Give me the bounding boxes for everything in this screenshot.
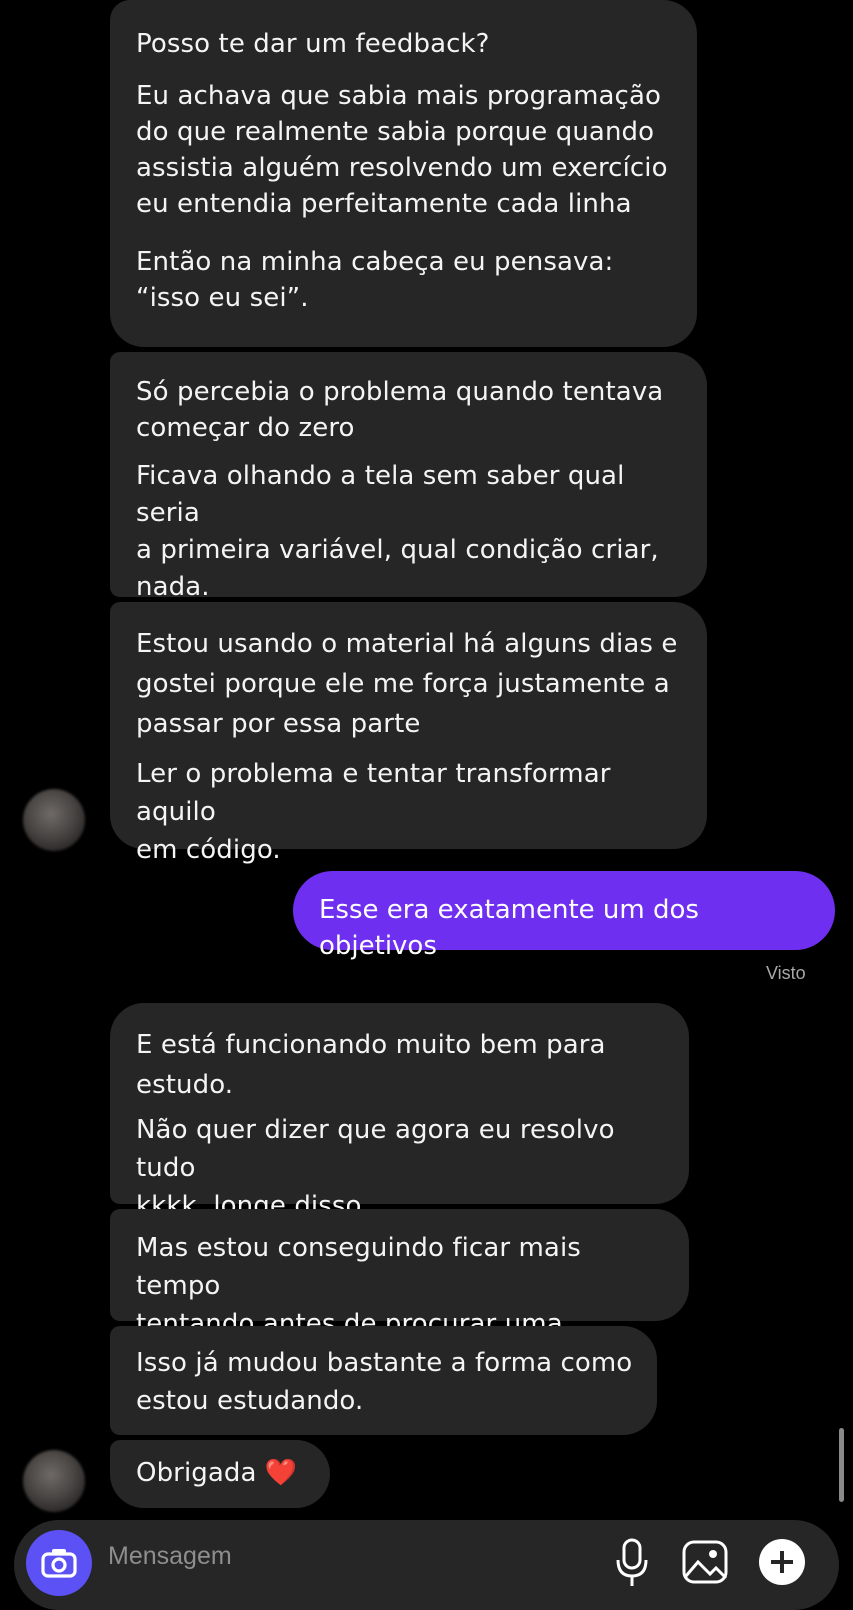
contact-avatar[interactable] bbox=[23, 789, 85, 851]
message-text: Obrigada ❤️ bbox=[136, 1458, 298, 1488]
camera-icon bbox=[41, 1549, 77, 1578]
message-text: Então na minha cabeça eu pensava: “isso … bbox=[136, 247, 614, 313]
microphone-icon[interactable] bbox=[612, 1534, 652, 1590]
message-input[interactable]: Mensagem bbox=[108, 1542, 588, 1571]
message-text: Ler o problema e tentar transformar aqui… bbox=[136, 759, 611, 865]
message-text: Estou usando o material há alguns dias e… bbox=[136, 629, 678, 739]
add-icon[interactable] bbox=[754, 1534, 810, 1590]
message-text: Isso já mudou bastante a forma como esto… bbox=[136, 1348, 633, 1416]
gallery-icon[interactable] bbox=[680, 1534, 730, 1590]
message-text: Eu achava que sabia mais programação do … bbox=[136, 81, 668, 219]
message-text: Não quer dizer que agora eu resolvo tudo… bbox=[136, 1115, 615, 1221]
message-text: Esse era exatamente um dos objetivos bbox=[319, 895, 699, 961]
seen-status: Visto bbox=[766, 963, 806, 983]
message-bubble-received[interactable]: Posso te dar um feedback? Eu achava que … bbox=[110, 0, 697, 347]
camera-button[interactable] bbox=[26, 1530, 92, 1596]
message-bubble-received[interactable]: Mas estou conseguindo ficar mais tempo t… bbox=[110, 1209, 689, 1377]
message-composer: Mensagem bbox=[14, 1520, 839, 1610]
message-text: E está funcionando muito bem para estudo… bbox=[136, 1030, 606, 1100]
message-text: Só percebia o problema quando tentava co… bbox=[136, 377, 664, 443]
message-text: Ficava olhando a tela sem saber qual ser… bbox=[136, 461, 659, 602]
message-bubble-received[interactable]: Obrigada ❤️ bbox=[110, 1440, 330, 1508]
message-bubble-received[interactable]: E está funcionando muito bem para estudo… bbox=[110, 1003, 689, 1221]
message-bubble-received[interactable]: Só percebia o problema quando tentava co… bbox=[110, 352, 707, 602]
message-bubble-received[interactable]: Isso já mudou bastante a forma como esto… bbox=[110, 1326, 657, 1435]
message-bubble-received[interactable]: Estou usando o material há alguns dias e… bbox=[110, 602, 707, 865]
message-bubble-sent[interactable]: Esse era exatamente um dos objetivos bbox=[293, 871, 835, 961]
message-text: Posso te dar um feedback? bbox=[136, 29, 490, 59]
scrollbar[interactable] bbox=[839, 1428, 844, 1502]
contact-avatar[interactable] bbox=[23, 1450, 85, 1512]
